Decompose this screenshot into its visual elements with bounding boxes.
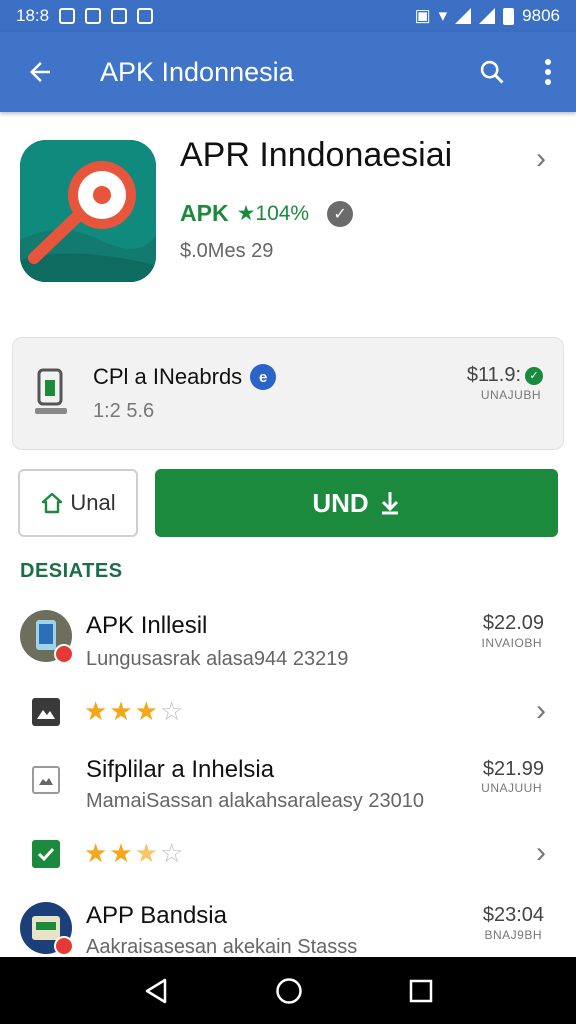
navigation-bar	[0, 957, 576, 1024]
message-icon	[111, 8, 128, 24]
vibrate-icon: ▣	[414, 6, 431, 25]
item-title-1[interactable]: APK Inllesil	[86, 612, 207, 640]
info-card[interactable]: CPl a INeabrds e 1:2 5.6 $11.9: ✓ UNAJUB…	[12, 337, 564, 450]
star-empty-icon: ☆	[159, 838, 186, 868]
notification-icon	[59, 8, 76, 24]
item-tag-1: INVAIOBH	[481, 636, 542, 650]
image-icon	[39, 778, 53, 785]
secondary-button[interactable]: Unal	[18, 469, 138, 537]
rating-stars-2: ★★★☆	[84, 838, 185, 869]
rating-stars-1: ★★★☆	[84, 696, 185, 727]
star-filled-icon: ★	[84, 838, 110, 868]
wifi-icon: ▾	[438, 6, 448, 25]
star-filled-icon: ★	[109, 838, 135, 868]
status-time: 18:8	[16, 6, 50, 25]
star-empty-icon: ☆	[159, 696, 186, 726]
item-icon-2[interactable]	[32, 766, 60, 794]
download-icon	[381, 492, 398, 515]
item-avatar-3[interactable]	[20, 902, 74, 956]
notification-dot-icon	[54, 644, 74, 664]
card-title-text: CPl a INeabrds	[93, 364, 243, 389]
item-title-3[interactable]: APP Bandsia	[86, 902, 227, 930]
mail-icon	[137, 8, 154, 24]
item-title-2[interactable]: Sifplilar a Inhelsia	[86, 756, 274, 784]
check-icon: ✓	[525, 366, 543, 385]
section-title: DESIATES	[20, 560, 123, 582]
item-price-1: $22.09	[482, 612, 544, 634]
notification-dot-icon	[54, 936, 74, 956]
nav-home-icon[interactable]	[275, 977, 303, 1005]
chevron-right-icon[interactable]: ›	[536, 694, 546, 728]
more-options-button[interactable]	[520, 32, 576, 112]
item-price-3: $23:04	[482, 904, 544, 926]
star-half-icon: ★	[134, 838, 160, 868]
developer-name[interactable]: APK	[180, 200, 229, 227]
card-price: $11.9: ✓	[467, 364, 543, 387]
star-filled-icon: ★	[134, 696, 160, 726]
secondary-button-label: Unal	[70, 490, 116, 515]
home-icon	[42, 492, 63, 514]
app-bar: APK Indonnesia	[0, 32, 576, 112]
install-button-label: UND	[312, 487, 369, 518]
app-bar-title: APK Indonnesia	[100, 56, 294, 87]
nav-back-icon[interactable]	[143, 977, 169, 1005]
battery-icon	[503, 7, 515, 25]
chevron-right-icon[interactable]: ›	[536, 836, 546, 870]
verified-badge-icon: ✓	[327, 200, 354, 227]
nav-recents-icon[interactable]	[409, 979, 433, 1003]
gallery-icon	[32, 698, 60, 726]
item-tag-3: BNAJ9BH	[484, 928, 542, 942]
phone-stand-icon	[35, 368, 67, 414]
app-logo-icon	[20, 140, 156, 282]
item-subtitle-3: Aakraisasesan akekain Stasss	[86, 936, 358, 958]
card-title: CPl a INeabrds e	[93, 364, 277, 390]
install-button[interactable]: UND	[155, 469, 558, 537]
item-subtitle-1: Lungusasrak alasa944 23219	[86, 648, 349, 670]
search-button[interactable]	[464, 32, 520, 112]
card-price-text: $11.9:	[466, 364, 521, 386]
arrow-left-icon	[30, 62, 50, 82]
card-tag: UNAJUBH	[480, 388, 541, 402]
card-badge-icon: e	[250, 364, 277, 390]
rating-text: ★104%	[236, 202, 310, 225]
signal-icon-2	[479, 8, 496, 24]
item-tag-2: UNAJUUH	[481, 781, 542, 795]
item-subtitle-2: MamaiSassan alakahsaraleasy 23010	[86, 790, 424, 812]
back-button[interactable]	[0, 32, 80, 112]
item-avatar-1[interactable]	[20, 610, 74, 664]
developer-line: APK ★104% ✓	[180, 200, 354, 227]
status-bar: 18:8 ▣ ▾ 9806	[0, 0, 576, 32]
app-icon[interactable]	[20, 140, 156, 282]
signal-icon	[455, 8, 472, 24]
checkbox-checked-icon[interactable]	[32, 840, 60, 868]
search-icon	[480, 60, 504, 84]
card-subtitle: 1:2 5.6	[93, 400, 155, 422]
app-notification-icon	[85, 8, 102, 24]
star-filled-icon: ★	[109, 696, 135, 726]
battery-text: 9806	[522, 6, 560, 25]
more-vert-icon	[545, 59, 551, 85]
star-filled-icon: ★	[84, 696, 110, 726]
price-line: $.0Mes 29	[180, 240, 274, 262]
app-name: APR Inndonaesiai	[180, 136, 453, 174]
chevron-right-icon[interactable]: ›	[536, 142, 546, 176]
item-price-2: $21.99	[482, 758, 544, 780]
